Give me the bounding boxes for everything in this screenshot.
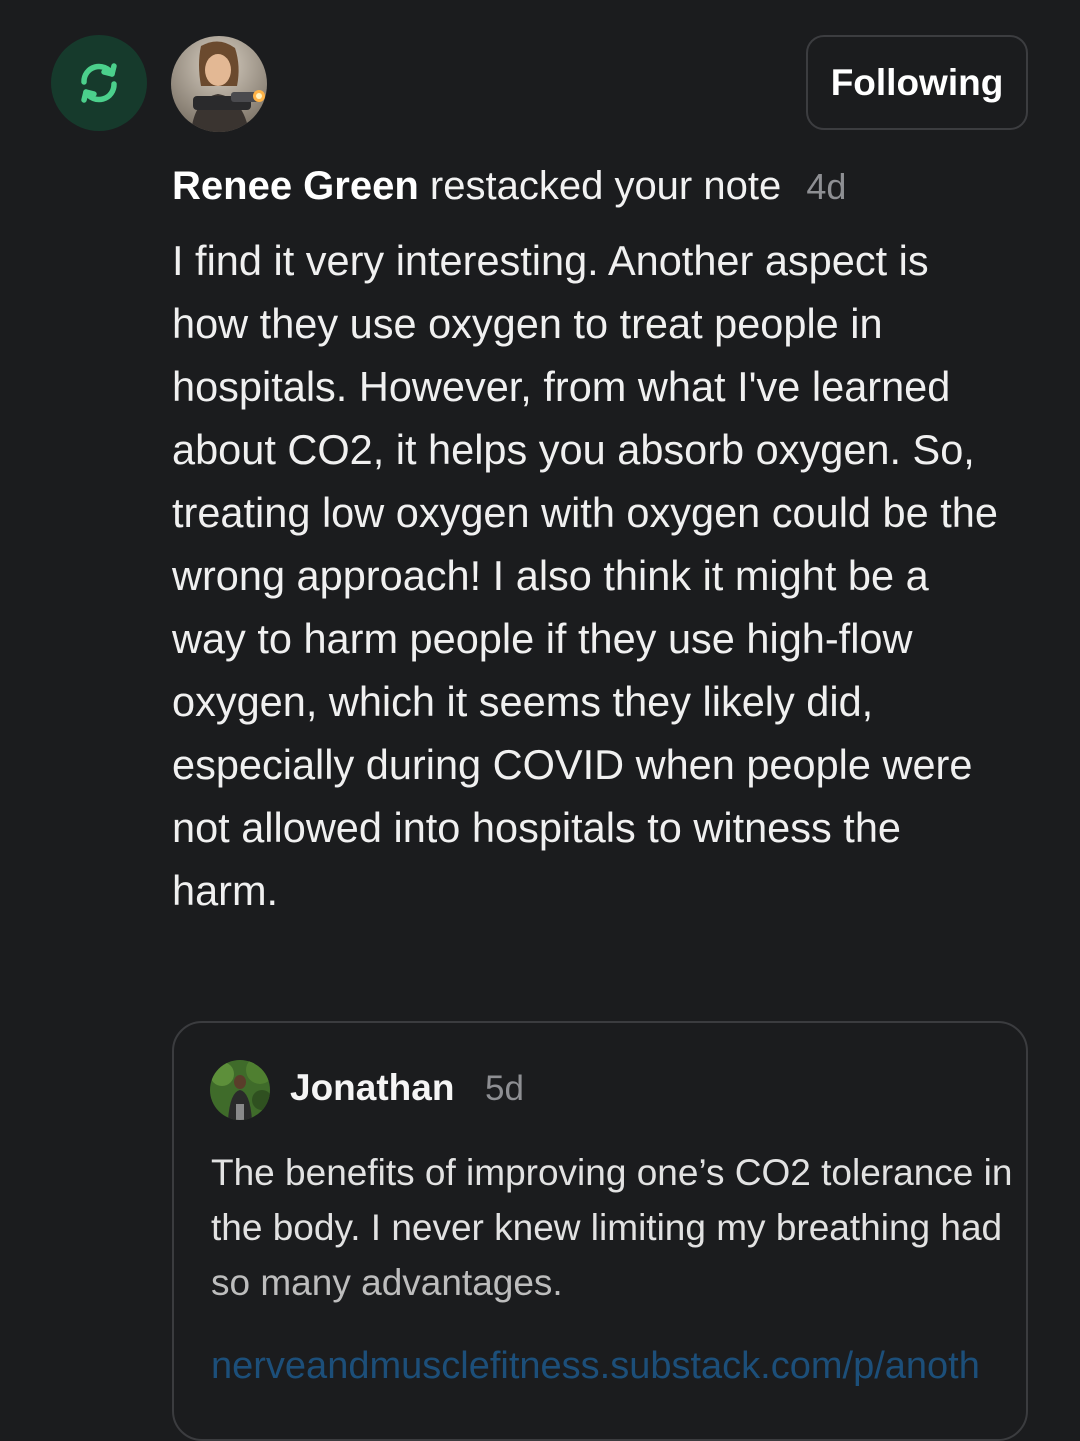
- quoted-author-name[interactable]: Jonathan: [290, 1067, 454, 1109]
- activity-line: Renee Green restacked your note 4d: [172, 160, 846, 213]
- quoted-note-line: The benefits of improving one’s CO2 tole…: [211, 1152, 1013, 1193]
- quoted-note-line: the body. I never knew limiting my breat…: [211, 1207, 1003, 1248]
- following-button[interactable]: Following: [806, 35, 1028, 130]
- activity-timestamp: 4d: [806, 166, 847, 207]
- actor-name[interactable]: Renee Green: [172, 164, 419, 208]
- quoted-note-timestamp: 5d: [485, 1069, 524, 1108]
- avatar-image: [171, 36, 267, 132]
- activity-action: restacked your note: [429, 164, 782, 208]
- quoted-author-avatar[interactable]: [210, 1060, 270, 1120]
- quoted-note-text: The benefits of improving one’s CO2 tole…: [211, 1145, 1026, 1310]
- restack-icon: [81, 63, 117, 103]
- restack-badge: [51, 35, 147, 131]
- actor-avatar[interactable]: [171, 36, 267, 132]
- note-body[interactable]: I find it very interesting. Another aspe…: [172, 229, 1002, 922]
- quoted-note-line: so many advantages.: [211, 1262, 563, 1303]
- quoted-note-card[interactable]: Jonathan 5d The benefits of improving on…: [172, 1021, 1028, 1441]
- quoted-note-link[interactable]: nerveandmusclefitness.substack.com/p/ano…: [211, 1345, 980, 1388]
- avatar-image: [210, 1060, 270, 1120]
